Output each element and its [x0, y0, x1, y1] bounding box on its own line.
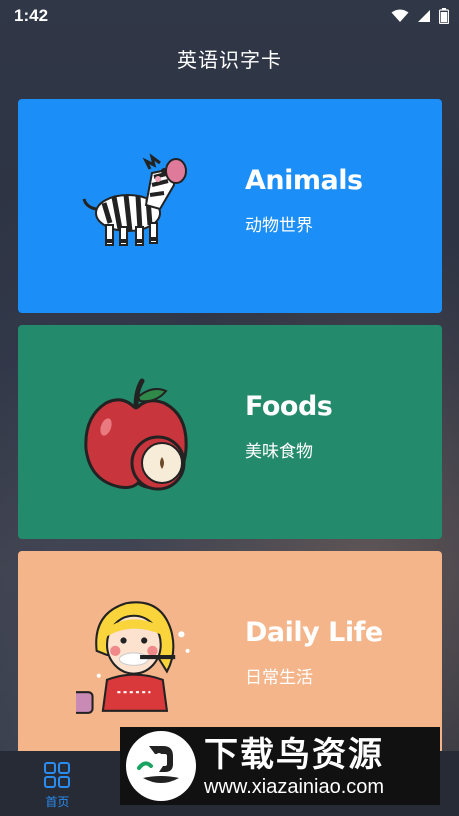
zebra-icon	[82, 153, 187, 246]
card-title: Daily Life	[245, 617, 383, 648]
grid-icon	[44, 762, 71, 788]
card-title: Foods	[245, 391, 333, 422]
card-subtitle: 美味食物	[245, 442, 313, 462]
battery-icon	[439, 8, 449, 24]
nav-item-home[interactable]: 首页	[0, 751, 115, 816]
card-subtitle: 日常生活	[245, 668, 313, 688]
card-daily-life[interactable]: Daily Life 日常生活	[18, 551, 442, 751]
signal-icon	[418, 10, 430, 22]
girl-brushing-teeth-icon	[76, 601, 190, 714]
watermark-title: 下载鸟资源	[204, 735, 384, 775]
status-bar: 1:42	[0, 0, 459, 32]
bird-logo-icon	[126, 731, 196, 801]
page-title: 英语识字卡	[177, 48, 282, 72]
watermark-banner: 下载鸟资源 www.xiazainiao.com	[120, 727, 440, 805]
card-subtitle: 动物世界	[245, 216, 313, 236]
card-animals[interactable]: Animals 动物世界	[18, 99, 442, 313]
wifi-icon	[391, 9, 409, 22]
status-time: 1:42	[14, 6, 49, 25]
watermark-url: www.xiazainiao.com	[204, 776, 385, 798]
nav-label-home: 首页	[45, 795, 70, 809]
card-title: Animals	[245, 165, 363, 196]
apple-icon	[84, 378, 188, 491]
status-icons	[391, 8, 449, 24]
card-foods[interactable]: Foods 美味食物	[18, 325, 442, 539]
